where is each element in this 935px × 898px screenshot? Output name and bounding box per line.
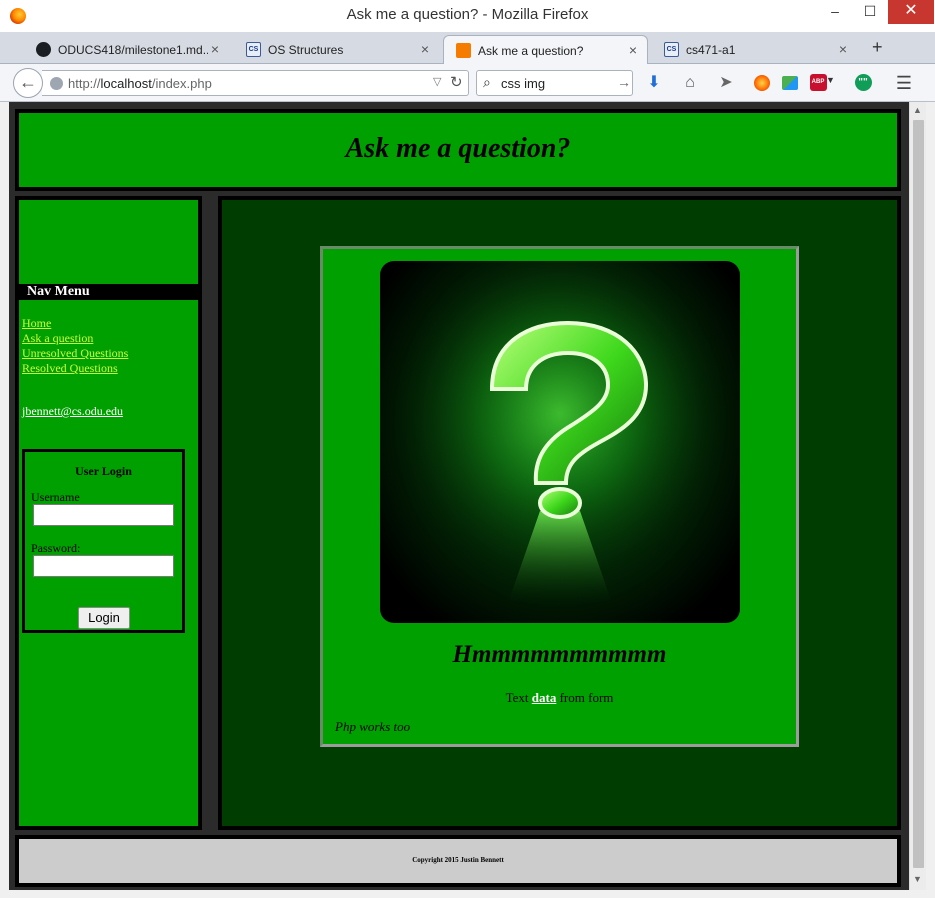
username-input[interactable] xyxy=(33,504,174,526)
tab-cs471-a1[interactable]: CS cs471-a1 × xyxy=(652,35,857,64)
nav-link-home[interactable]: Home xyxy=(22,316,128,331)
tab-label: OS Structures xyxy=(268,43,344,57)
window-frame-bottom xyxy=(0,890,935,898)
tab-close-icon[interactable]: × xyxy=(839,41,847,57)
send-icon[interactable]: ➤ xyxy=(716,73,736,93)
scroll-down-icon[interactable]: ▼ xyxy=(913,874,922,884)
cs-icon: CS xyxy=(246,42,261,57)
tab-strip: ODUCS418/milestone1.md... × CS OS Struct… xyxy=(0,32,935,64)
nav-links: Home Ask a question Unresolved Questions… xyxy=(22,316,128,376)
copyright-text: Copyright 2015 Justin Bennett xyxy=(412,856,504,864)
card-text-after: from form xyxy=(556,690,614,705)
hangouts-icon[interactable]: "" xyxy=(853,73,873,93)
close-window-button[interactable]: ✕ xyxy=(888,0,934,24)
minimize-button[interactable]: – xyxy=(818,0,852,24)
search-go-icon[interactable]: → xyxy=(617,74,631,90)
search-input[interactable]: css img xyxy=(501,76,545,91)
question-mark-image xyxy=(380,261,740,623)
tab-close-icon[interactable]: × xyxy=(629,42,637,58)
question-card: Hmmmmmmmmmm Text data from form Php work… xyxy=(320,246,799,747)
search-icon: ⌕ xyxy=(483,74,491,90)
nav-link-unresolved-questions[interactable]: Unresolved Questions xyxy=(22,346,128,361)
password-input[interactable] xyxy=(33,555,174,577)
scroll-up-icon[interactable]: ▲ xyxy=(913,105,922,115)
login-form: User Login Username Password: Login xyxy=(22,449,185,633)
globe-icon xyxy=(50,77,63,90)
card-text-before: Text xyxy=(505,690,532,705)
url-bar[interactable]: http://localhost/index.php ▽ ↻ xyxy=(42,70,469,96)
home-icon[interactable]: ⌂ xyxy=(680,73,700,93)
back-button[interactable]: ← xyxy=(13,68,43,98)
question-mark-icon xyxy=(380,261,740,623)
tab-oducs418[interactable]: ODUCS418/milestone1.md... × xyxy=(24,35,229,64)
username-label: Username xyxy=(31,490,80,504)
page-footer: Copyright 2015 Justin Bennett xyxy=(15,835,901,887)
url-prefix: http:// xyxy=(68,76,101,91)
maximize-button[interactable]: ☐ xyxy=(853,0,887,24)
url-text[interactable]: http://localhost/index.php xyxy=(68,76,212,91)
login-button[interactable]: Login xyxy=(78,607,130,629)
login-title: User Login xyxy=(75,464,132,478)
nav-link-resolved-questions[interactable]: Resolved Questions xyxy=(22,361,128,376)
title-bar: Ask me a question? - Mozilla Firefox – ☐… xyxy=(0,0,935,32)
sidebar: Nav Menu Home Ask a question Unresolved … xyxy=(15,196,202,830)
window-title: Ask me a question? - Mozilla Firefox xyxy=(346,6,589,23)
new-tab-button[interactable]: + xyxy=(872,37,883,58)
card-note: Php works too xyxy=(335,719,411,734)
image-extension-icon[interactable] xyxy=(780,73,800,93)
email-link[interactable]: jbennett@cs.odu.edu xyxy=(22,404,123,419)
page-title: Ask me a question? xyxy=(345,133,571,164)
search-bar[interactable]: ⌕ css img → xyxy=(476,70,633,96)
download-icon[interactable]: ⬇ xyxy=(644,73,664,93)
hamburger-menu-icon[interactable]: ☰ xyxy=(894,73,914,93)
adblock-plus-icon[interactable]: ABP xyxy=(808,73,828,93)
vertical-scrollbar[interactable]: ▲ ▼ xyxy=(909,102,926,890)
nav-menu-title: Nav Menu xyxy=(19,284,202,300)
card-heading: Hmmmmmmmmmm xyxy=(452,641,667,668)
password-label: Password: xyxy=(31,541,81,555)
page-header: Ask me a question? xyxy=(15,109,901,191)
firebug-icon[interactable] xyxy=(752,73,772,93)
url-path: /index.php xyxy=(151,76,212,91)
github-icon xyxy=(36,42,51,57)
tab-label: cs471-a1 xyxy=(686,43,736,57)
tab-label: ODUCS418/milestone1.md... xyxy=(58,43,208,57)
xampp-icon xyxy=(456,43,471,58)
dropdown-arrow-icon[interactable]: ▽ xyxy=(433,75,441,88)
main-content: Hmmmmmmmmmm Text data from form Php work… xyxy=(218,196,901,830)
tab-label: Ask me a question? xyxy=(478,44,584,58)
cs-icon: CS xyxy=(664,42,679,57)
tab-os-structures[interactable]: CS OS Structures × xyxy=(234,35,439,64)
tab-close-icon[interactable]: × xyxy=(421,41,429,57)
data-link[interactable]: data xyxy=(532,690,557,705)
tab-close-icon[interactable]: × xyxy=(211,41,219,57)
adblock-dropdown-icon[interactable]: ▼ xyxy=(826,75,835,85)
navigation-toolbar: http://localhost/index.php ▽ ↻ ← ⌕ css i… xyxy=(0,64,935,102)
nav-link-ask-a-question[interactable]: Ask a question xyxy=(22,331,128,346)
tab-ask-me-a-question[interactable]: Ask me a question? × xyxy=(443,35,648,64)
card-text: Text data from form xyxy=(323,690,796,706)
reload-icon[interactable]: ↻ xyxy=(450,73,463,91)
back-arrow-icon: ← xyxy=(19,72,37,92)
scroll-thumb[interactable] xyxy=(913,120,924,868)
page-viewport: Ask me a question? Nav Menu Home Ask a q… xyxy=(9,102,909,890)
url-host: localhost xyxy=(100,76,152,91)
